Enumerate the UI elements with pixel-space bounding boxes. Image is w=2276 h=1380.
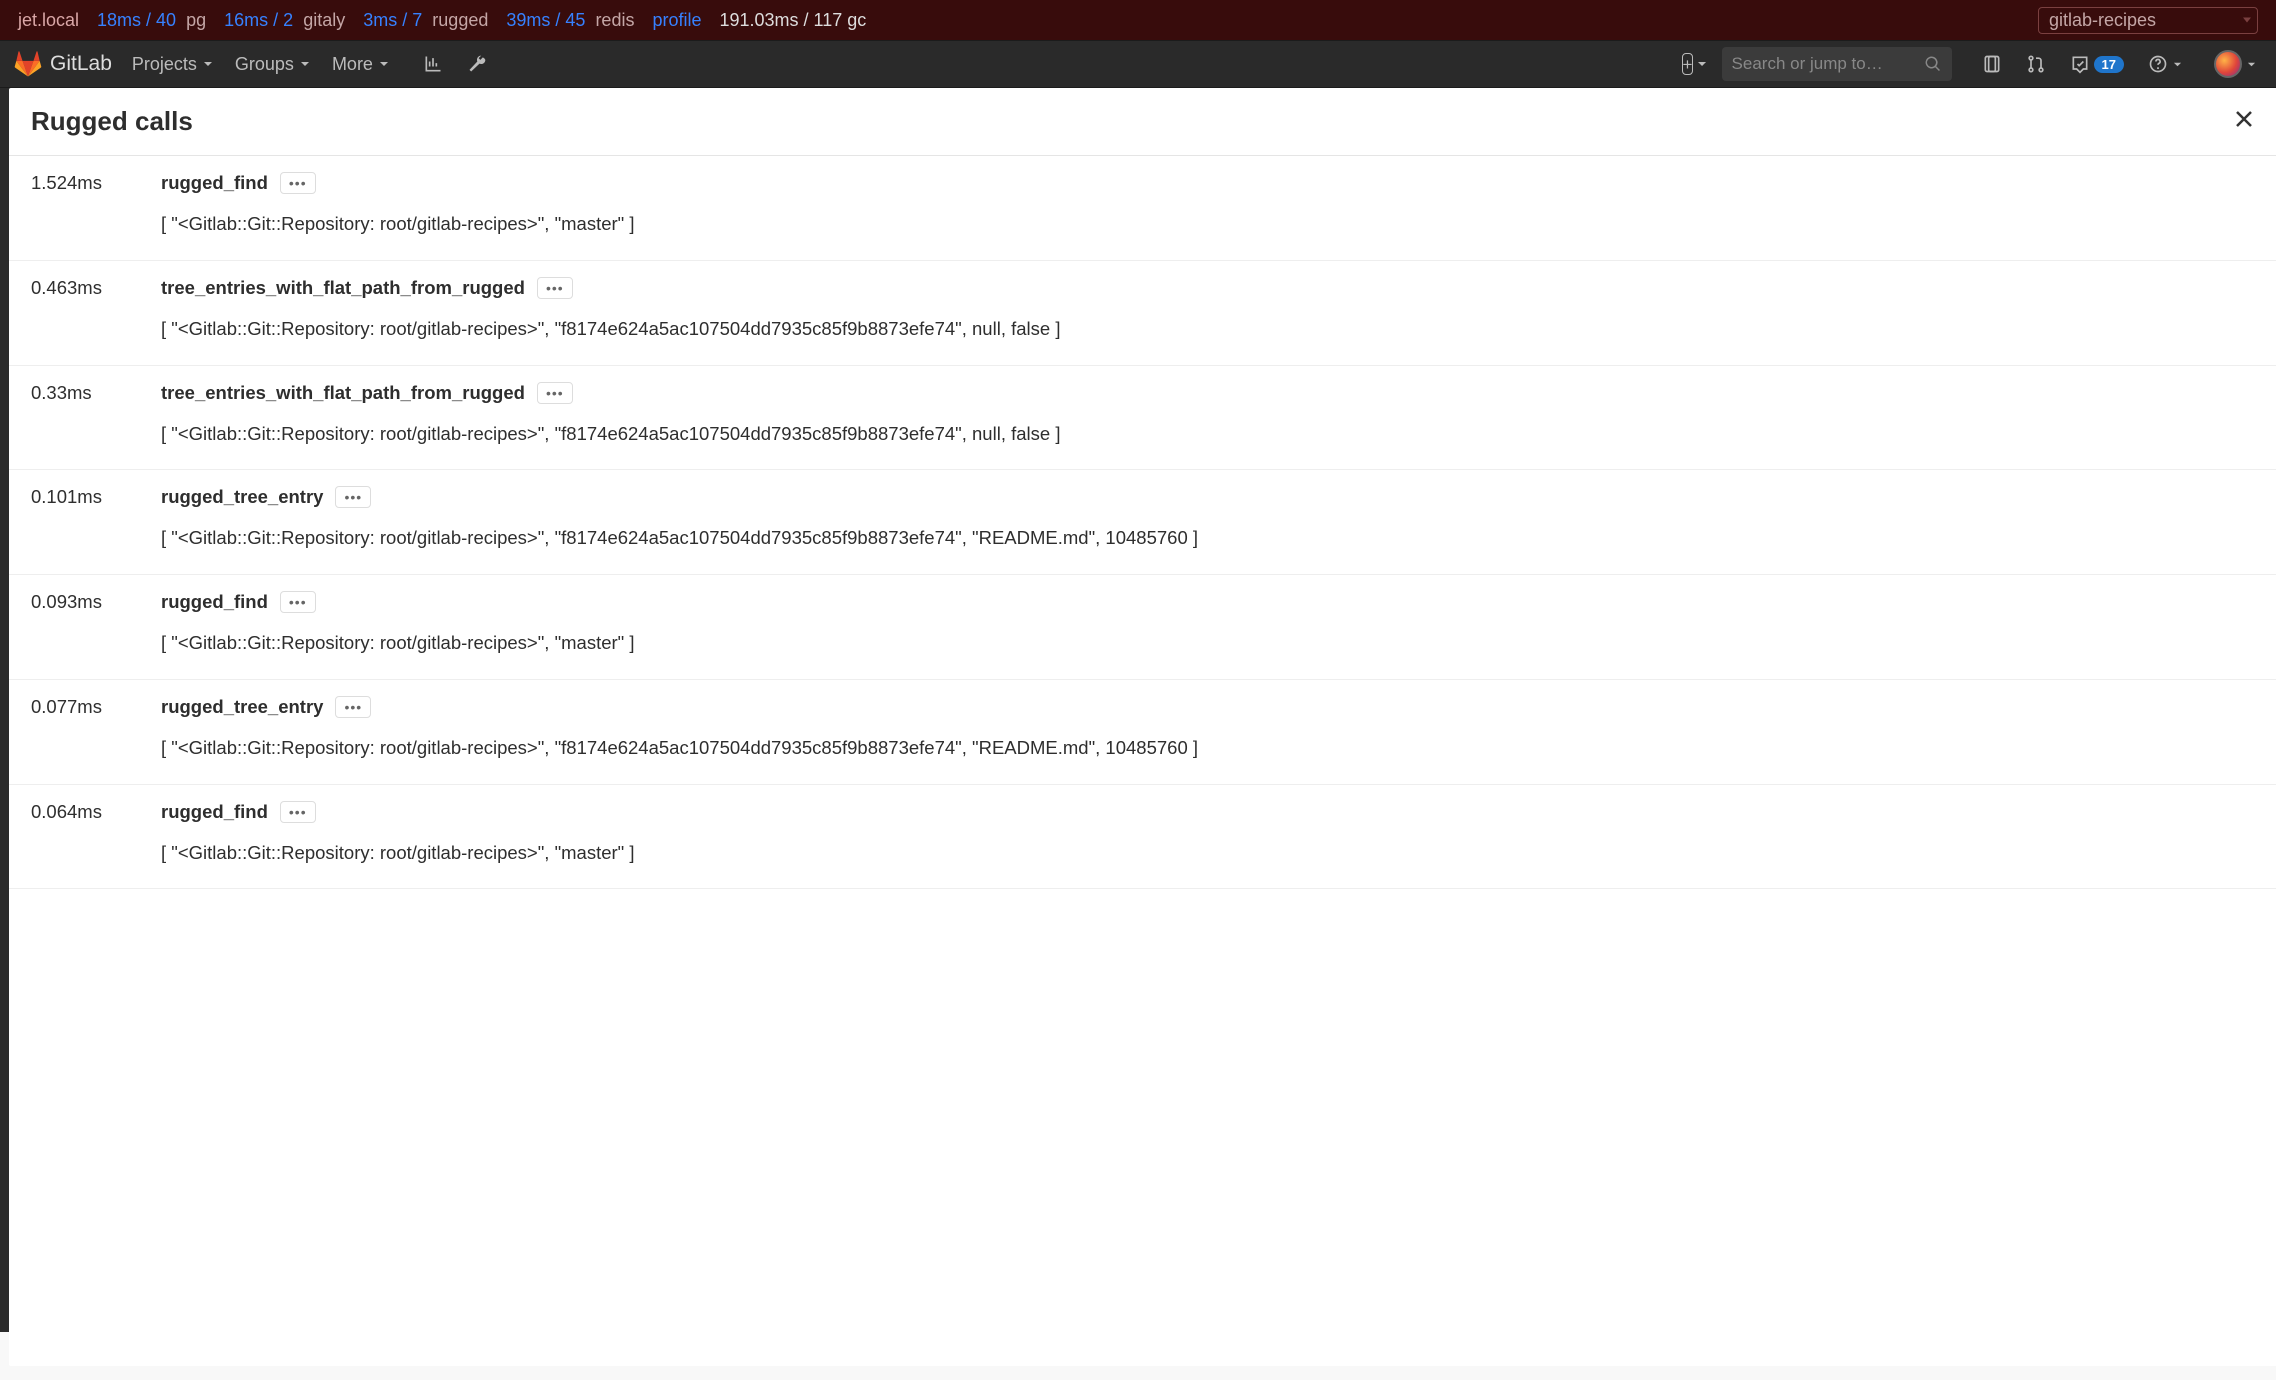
gitlab-logo[interactable]: GitLab <box>8 50 112 78</box>
modal-close-button[interactable] <box>2234 109 2254 134</box>
nav-activity-icon[interactable] <box>421 52 445 76</box>
rugged-calls-modal: Rugged calls 1.524ms rugged_find ••• [ "… <box>9 88 2276 1366</box>
perf-project-picker[interactable]: gitlab-recipes <box>2038 7 2258 34</box>
call-row: 0.463ms tree_entries_with_flat_path_from… <box>9 261 2276 366</box>
plus-icon: + <box>1682 53 1694 75</box>
tanuki-icon <box>14 50 42 78</box>
call-method-name: tree_entries_with_flat_path_from_rugged <box>161 382 525 404</box>
call-arguments: [ "<Gitlab::Git::Repository: root/gitlab… <box>161 839 2254 867</box>
call-method-name: tree_entries_with_flat_path_from_rugged <box>161 277 525 299</box>
call-arguments: [ "<Gitlab::Git::Repository: root/gitlab… <box>161 734 2254 762</box>
call-row: 0.101ms rugged_tree_entry ••• [ "<Gitlab… <box>9 470 2276 575</box>
nav-user-menu[interactable] <box>2206 50 2256 78</box>
call-method-name: rugged_find <box>161 801 268 823</box>
call-duration: 0.093ms <box>31 591 161 657</box>
nav-issues-icon[interactable] <box>1982 54 2002 74</box>
global-search[interactable]: Search or jump to… <box>1722 47 1952 81</box>
call-row: 1.524ms rugged_find ••• [ "<Gitlab::Git:… <box>9 156 2276 261</box>
call-expand-button[interactable]: ••• <box>537 382 573 404</box>
user-avatar <box>2214 50 2242 78</box>
perf-gc: 191.03ms / 117 gc <box>719 10 866 31</box>
call-duration: 1.524ms <box>31 172 161 238</box>
call-arguments: [ "<Gitlab::Git::Repository: root/gitlab… <box>161 315 2254 343</box>
call-expand-button[interactable]: ••• <box>280 591 316 613</box>
performance-bar: jet.local 18ms / 40 pg 16ms / 2 gitaly 3… <box>0 0 2276 40</box>
search-placeholder: Search or jump to… <box>1732 54 1924 74</box>
perf-host: jet.local <box>18 10 79 31</box>
calls-list: 1.524ms rugged_find ••• [ "<Gitlab::Git:… <box>9 156 2276 1366</box>
chevron-down-icon <box>2173 60 2182 69</box>
call-arguments: [ "<Gitlab::Git::Repository: root/gitlab… <box>161 420 2254 448</box>
call-duration: 0.064ms <box>31 801 161 867</box>
call-expand-button[interactable]: ••• <box>335 696 371 718</box>
nav-groups[interactable]: Groups <box>235 54 310 75</box>
modal-title: Rugged calls <box>31 106 2234 137</box>
call-arguments: [ "<Gitlab::Git::Repository: root/gitlab… <box>161 210 2254 238</box>
call-method-name: rugged_tree_entry <box>161 696 323 718</box>
call-duration: 0.101ms <box>31 486 161 552</box>
call-method-name: rugged_tree_entry <box>161 486 323 508</box>
call-duration: 0.077ms <box>31 696 161 762</box>
close-icon <box>2234 109 2254 129</box>
call-expand-button[interactable]: ••• <box>280 172 316 194</box>
call-duration: 0.463ms <box>31 277 161 343</box>
call-arguments: [ "<Gitlab::Git::Repository: root/gitlab… <box>161 524 2254 552</box>
chevron-down-icon <box>379 59 389 69</box>
chevron-down-icon <box>2247 60 2256 69</box>
nav-new-dropdown[interactable]: + <box>1682 53 1708 75</box>
call-row: 0.064ms rugged_find ••• [ "<Gitlab::Git:… <box>9 785 2276 890</box>
nav-admin-wrench-icon[interactable] <box>465 52 489 76</box>
perf-metric-rugged[interactable]: 3ms / 7 rugged <box>363 10 488 31</box>
chevron-down-icon <box>1697 59 1707 69</box>
perf-profile-link[interactable]: profile <box>652 10 701 31</box>
perf-metric-pg[interactable]: 18ms / 40 pg <box>97 10 206 31</box>
call-row: 0.33ms tree_entries_with_flat_path_from_… <box>9 366 2276 471</box>
chevron-down-icon <box>203 59 213 69</box>
call-row: 0.077ms rugged_tree_entry ••• [ "<Gitlab… <box>9 680 2276 785</box>
nav-help-dropdown[interactable] <box>2148 54 2182 74</box>
brand-text: GitLab <box>50 52 112 76</box>
nav-merge-requests-icon[interactable] <box>2026 54 2046 74</box>
call-expand-button[interactable]: ••• <box>335 486 371 508</box>
search-icon <box>1924 55 1942 73</box>
call-duration: 0.33ms <box>31 382 161 448</box>
perf-metric-redis[interactable]: 39ms / 45 redis <box>506 10 634 31</box>
call-method-name: rugged_find <box>161 591 268 613</box>
call-arguments: [ "<Gitlab::Git::Repository: root/gitlab… <box>161 629 2254 657</box>
perf-metric-gitaly[interactable]: 16ms / 2 gitaly <box>224 10 345 31</box>
todo-count-badge: 17 <box>2094 56 2124 73</box>
call-method-name: rugged_find <box>161 172 268 194</box>
nav-projects[interactable]: Projects <box>132 54 213 75</box>
call-expand-button[interactable]: ••• <box>280 801 316 823</box>
nav-more[interactable]: More <box>332 54 389 75</box>
top-nav: GitLab Projects Groups More + Search or … <box>0 40 2276 88</box>
call-expand-button[interactable]: ••• <box>537 277 573 299</box>
modal-header: Rugged calls <box>9 88 2276 156</box>
chevron-down-icon <box>300 59 310 69</box>
call-row: 0.093ms rugged_find ••• [ "<Gitlab::Git:… <box>9 575 2276 680</box>
nav-todos[interactable]: 17 <box>2070 54 2124 74</box>
